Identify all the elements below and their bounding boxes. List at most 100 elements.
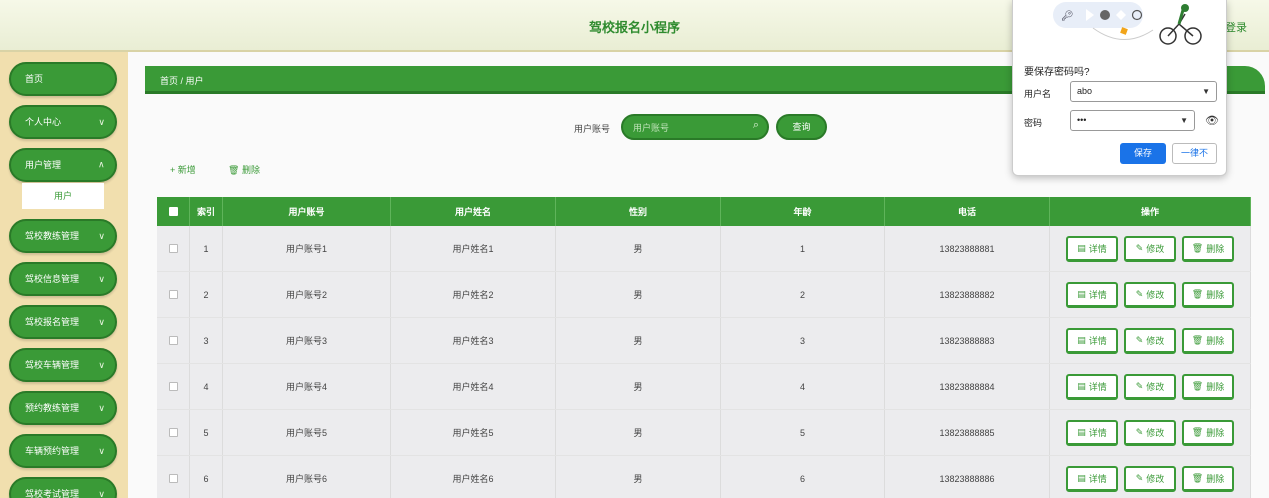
pencil-icon: ✎ bbox=[1135, 334, 1144, 345]
document-icon: ▤ bbox=[1077, 242, 1086, 253]
detail-button[interactable]: ▤ 详情 bbox=[1066, 327, 1118, 354]
sidebar-item-label: 驾校车辆管理 bbox=[25, 360, 80, 370]
sidebar-item-registration[interactable]: 驾校报名管理 ∨ bbox=[9, 305, 117, 339]
cell-name: 用户姓名1 bbox=[391, 226, 556, 271]
select-all-checkbox[interactable] bbox=[168, 207, 178, 216]
delete-button[interactable]: 🗑︎ 删除 bbox=[1182, 373, 1234, 400]
table-row: 5 用户账号5 用户姓名5 男 5 13823888885 ▤ 详情 ✎ 修改 🗑︎ 删除 bbox=[157, 410, 1251, 456]
search-box: ⌕ bbox=[621, 114, 769, 140]
delete-button[interactable]: 🗑︎ 删除 bbox=[1182, 465, 1234, 492]
sidebar-item-label: 车辆预约管理 bbox=[25, 446, 80, 456]
edit-button[interactable]: ✎ 修改 bbox=[1124, 327, 1176, 354]
password-field[interactable]: ••• ▼ bbox=[1070, 110, 1195, 131]
detail-button[interactable]: ▤ 详情 bbox=[1066, 465, 1118, 492]
search-label: 用户账号 bbox=[574, 124, 611, 134]
never-save-button[interactable]: 一律不 bbox=[1172, 143, 1217, 164]
cell-index: 5 bbox=[190, 410, 223, 455]
popup-title: 要保存密码吗? bbox=[1024, 67, 1090, 78]
sidebar-item-label: 驾校报名管理 bbox=[25, 317, 80, 327]
edit-button[interactable]: ✎ 修改 bbox=[1124, 419, 1176, 446]
add-button[interactable]: + 新增 bbox=[170, 163, 196, 176]
detail-button[interactable]: ▤ 详情 bbox=[1066, 235, 1118, 262]
query-button[interactable]: 查询 bbox=[776, 114, 827, 140]
detail-button[interactable]: ▤ 详情 bbox=[1066, 281, 1118, 308]
cell-sex: 男 bbox=[556, 410, 721, 455]
delete-button[interactable]: 🗑︎ 删除 bbox=[1182, 281, 1234, 308]
cell-actions: ▤ 详情 ✎ 修改 🗑︎ 删除 bbox=[1050, 456, 1251, 498]
table-row: 6 用户账号6 用户姓名6 男 6 13823888886 ▤ 详情 ✎ 修改 🗑︎ 删除 bbox=[157, 456, 1251, 498]
trash-icon: 🗑︎ bbox=[1191, 380, 1204, 391]
row-checkbox[interactable] bbox=[168, 382, 178, 391]
sidebar-item-coach-management[interactable]: 驾校教练管理 ∨ bbox=[9, 219, 117, 253]
save-password-popup: 🔑︎ 要保存密码吗? 用户名 abo ▼ 密码 ••• ▼ 👁︎ 保存 一律不 bbox=[1012, 0, 1227, 176]
cell-actions: ▤ 详情 ✎ 修改 🗑︎ 删除 bbox=[1050, 272, 1251, 317]
cell-name: 用户姓名3 bbox=[391, 318, 556, 363]
row-checkbox[interactable] bbox=[168, 428, 178, 437]
delete-label: 删除 bbox=[1206, 473, 1225, 484]
cell-phone: 13823888882 bbox=[885, 272, 1050, 317]
document-icon: ▤ bbox=[1077, 426, 1086, 437]
row-checkbox[interactable] bbox=[168, 474, 178, 483]
trash-icon: 🗑︎ bbox=[1191, 334, 1204, 345]
detail-button[interactable]: ▤ 详情 bbox=[1066, 419, 1118, 446]
edit-button[interactable]: ✎ 修改 bbox=[1124, 235, 1176, 262]
chevron-down-icon: ∨ bbox=[98, 360, 105, 370]
cell-sex: 男 bbox=[556, 364, 721, 409]
batch-delete-button[interactable]: 🗑︎ 删除 bbox=[228, 163, 260, 176]
sidebar-subitem-users[interactable]: 用户 bbox=[22, 183, 104, 209]
chevron-down-icon: ∨ bbox=[98, 317, 105, 327]
edit-button[interactable]: ✎ 修改 bbox=[1124, 373, 1176, 400]
pencil-icon: ✎ bbox=[1135, 288, 1144, 299]
delete-button[interactable]: 🗑︎ 删除 bbox=[1182, 419, 1234, 446]
row-checkbox[interactable] bbox=[168, 244, 178, 253]
cell-actions: ▤ 详情 ✎ 修改 🗑︎ 删除 bbox=[1050, 410, 1251, 455]
row-checkbox[interactable] bbox=[168, 336, 178, 345]
cell-account: 用户账号4 bbox=[223, 364, 391, 409]
eye-icon[interactable]: 👁︎ bbox=[1205, 114, 1219, 127]
sidebar-item-vehicle[interactable]: 驾校车辆管理 ∨ bbox=[9, 348, 117, 382]
detail-button[interactable]: ▤ 详情 bbox=[1066, 373, 1118, 400]
sidebar-item-home[interactable]: 首页 bbox=[9, 62, 117, 96]
col-header-age: 年龄 bbox=[721, 197, 885, 226]
edit-label: 修改 bbox=[1146, 473, 1165, 484]
edit-button[interactable]: ✎ 修改 bbox=[1124, 281, 1176, 308]
cell-account: 用户账号1 bbox=[223, 226, 391, 271]
sidebar-item-profile[interactable]: 个人中心 ∨ bbox=[9, 105, 117, 139]
breadcrumb: 首页 / 用户 bbox=[160, 76, 204, 86]
sidebar-item-user-management[interactable]: 用户管理 ∨ bbox=[9, 148, 117, 182]
cell-name: 用户姓名4 bbox=[391, 364, 556, 409]
username-value: abo bbox=[1077, 86, 1093, 96]
cell-index: 2 bbox=[190, 272, 223, 317]
table-row: 2 用户账号2 用户姓名2 男 2 13823888882 ▤ 详情 ✎ 修改 🗑︎ 删除 bbox=[157, 272, 1251, 318]
chevron-down-icon: ∨ bbox=[98, 274, 105, 284]
cell-age: 5 bbox=[721, 410, 885, 455]
username-label: 用户名 bbox=[1024, 89, 1052, 99]
chevron-down-icon: ∨ bbox=[98, 489, 105, 498]
cell-index: 3 bbox=[190, 318, 223, 363]
cell-phone: 13823888886 bbox=[885, 456, 1050, 498]
delete-button[interactable]: 🗑︎ 删除 bbox=[1182, 235, 1234, 262]
save-password-button[interactable]: 保存 bbox=[1120, 143, 1166, 164]
edit-label: 修改 bbox=[1146, 381, 1165, 392]
trash-icon: 🗑︎ bbox=[1191, 242, 1204, 253]
delete-label: 删除 bbox=[1206, 289, 1225, 300]
batch-delete-label: 删除 bbox=[241, 165, 260, 175]
chevron-down-icon: ∨ bbox=[98, 446, 105, 456]
username-field[interactable]: abo ▼ bbox=[1070, 81, 1217, 102]
pencil-icon: ✎ bbox=[1135, 472, 1144, 483]
search-input[interactable] bbox=[633, 121, 743, 135]
sidebar-item-school-info[interactable]: 驾校信息管理 ∨ bbox=[9, 262, 117, 296]
col-header-phone: 电话 bbox=[885, 197, 1050, 226]
sidebar-item-coach-booking[interactable]: 预约教练管理 ∨ bbox=[9, 391, 117, 425]
row-checkbox[interactable] bbox=[168, 290, 178, 299]
login-link[interactable]: 登录 bbox=[1225, 19, 1247, 35]
edit-button[interactable]: ✎ 修改 bbox=[1124, 465, 1176, 492]
cell-name: 用户姓名2 bbox=[391, 272, 556, 317]
col-header-name: 用户姓名 bbox=[391, 197, 556, 226]
delete-button[interactable]: 🗑︎ 删除 bbox=[1182, 327, 1234, 354]
sidebar-item-vehicle-booking[interactable]: 车辆预约管理 ∨ bbox=[9, 434, 117, 468]
chevron-down-icon: ∨ bbox=[98, 231, 105, 241]
sidebar-item-exam[interactable]: 驾校考试管理 ∨ bbox=[9, 477, 117, 498]
cell-name: 用户姓名5 bbox=[391, 410, 556, 455]
cell-phone: 13823888883 bbox=[885, 318, 1050, 363]
